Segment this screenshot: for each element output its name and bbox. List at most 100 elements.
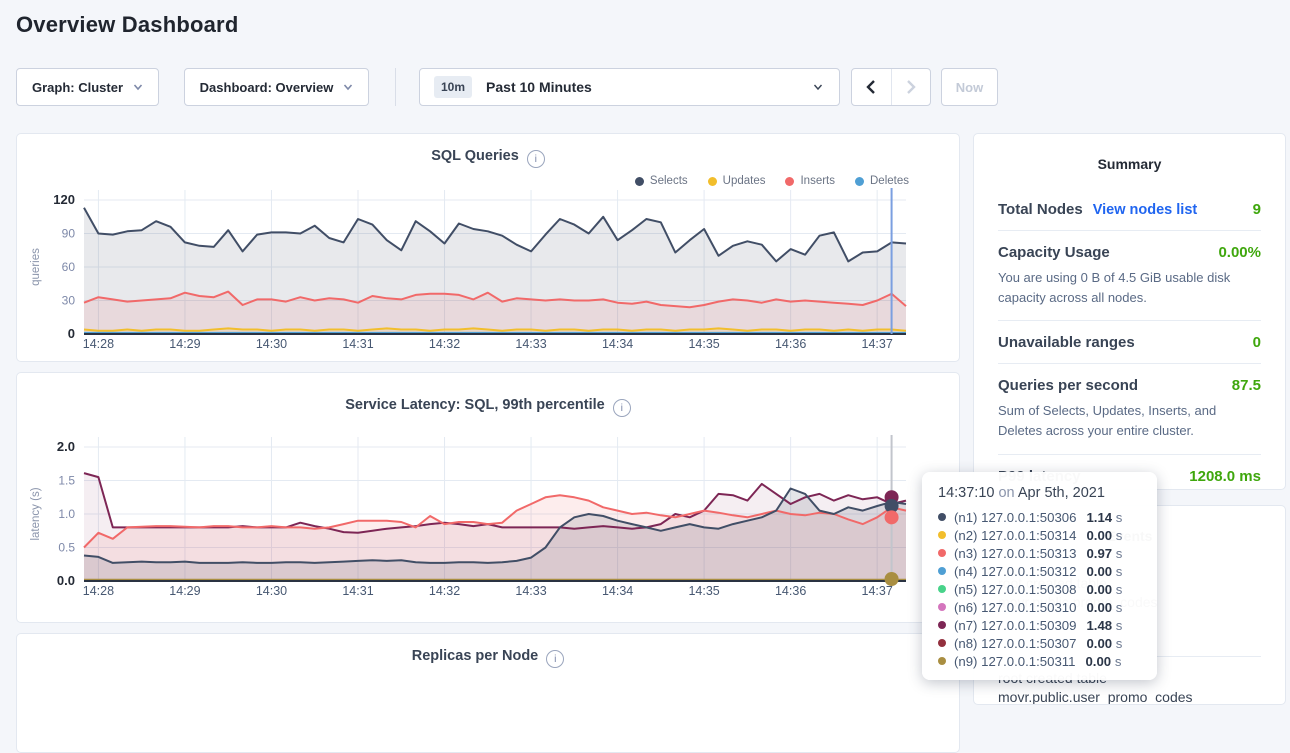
info-icon[interactable]: i — [546, 650, 564, 668]
info-icon[interactable]: i — [527, 150, 545, 168]
svg-text:14:35: 14:35 — [688, 584, 719, 598]
series-dot-icon — [938, 549, 946, 557]
tooltip-rows: (n1) 127.0.0.1:503061.14 s(n2) 127.0.0.1… — [938, 508, 1141, 670]
svg-text:14:30: 14:30 — [256, 584, 287, 598]
dashboard-dropdown[interactable]: Dashboard: Overview — [184, 68, 369, 106]
chart-title: SQL Queriesi — [17, 148, 959, 168]
svg-text:1.0: 1.0 — [58, 507, 75, 521]
svg-text:60: 60 — [62, 260, 76, 274]
chart-tooltip: 14:37:10 on Apr 5th, 2021 (n1) 127.0.0.1… — [922, 472, 1157, 680]
chart-title: Replicas per Nodei — [17, 648, 959, 668]
dashboard-dropdown-label: Dashboard: Overview — [200, 80, 334, 95]
svg-text:14:36: 14:36 — [775, 584, 806, 598]
svg-text:0.0: 0.0 — [57, 573, 75, 588]
chevron-down-icon — [343, 82, 353, 92]
qps-value: 87.5 — [1232, 377, 1261, 394]
view-nodes-list-link[interactable]: View nodes list — [1093, 202, 1198, 218]
time-next-button[interactable] — [891, 69, 931, 105]
tooltip-row: (n9) 127.0.0.1:503110.00 s — [938, 652, 1141, 670]
svg-text:14:31: 14:31 — [342, 337, 373, 351]
svg-text:14:34: 14:34 — [602, 584, 633, 598]
time-range-badge: 10m — [434, 76, 472, 98]
legend-item[interactable]: Deletes — [855, 175, 909, 187]
tooltip-timestamp: 14:37:10 on Apr 5th, 2021 — [938, 485, 1141, 501]
chevron-down-icon — [133, 82, 143, 92]
summary-row-qps: Queries per second 87.5 Sum of Selects, … — [998, 363, 1261, 453]
total-nodes-label: Total Nodes — [998, 201, 1083, 218]
time-range-selector[interactable]: 10m Past 10 Minutes — [419, 68, 840, 106]
tooltip-row: (n7) 127.0.0.1:503091.48 s — [938, 616, 1141, 634]
tooltip-row: (n8) 127.0.0.1:503070.00 s — [938, 634, 1141, 652]
service-latency-panel: 0.0 0.5 1.0 1.5 2.0 14:28 14:29 14:30 14:31 14:32… — [16, 372, 960, 623]
tooltip-row: (n4) 127.0.0.1:503120.00 s — [938, 562, 1141, 580]
series-dot-icon — [938, 585, 946, 593]
legend-item[interactable]: Inserts — [785, 175, 835, 187]
service-latency-chart[interactable]: 0.0 0.5 1.0 1.5 2.0 14:28 14:29 14:30 14:31 14:32… — [17, 383, 959, 622]
qps-label: Queries per second — [998, 377, 1138, 394]
chart-title: Service Latency: SQL, 99th percentilei — [17, 397, 959, 417]
svg-text:120: 120 — [53, 192, 75, 207]
svg-text:14:36: 14:36 — [775, 337, 806, 351]
tooltip-row: (n1) 127.0.0.1:503061.14 s — [938, 508, 1141, 526]
svg-text:14:28: 14:28 — [83, 584, 114, 598]
capacity-value: 0.00% — [1218, 244, 1261, 261]
tooltip-row: (n5) 127.0.0.1:503080.00 s — [938, 580, 1141, 598]
chevron-left-icon — [865, 79, 877, 95]
summary-panel: Summary Total Nodes View nodes list 9 Ca… — [973, 133, 1286, 490]
svg-text:14:35: 14:35 — [688, 337, 719, 351]
svg-text:14:34: 14:34 — [602, 337, 633, 351]
svg-text:14:33: 14:33 — [515, 584, 546, 598]
svg-text:2.0: 2.0 — [57, 439, 75, 454]
svg-text:14:30: 14:30 — [256, 337, 287, 351]
chevron-down-icon — [813, 82, 823, 92]
svg-text:latency (s): latency (s) — [30, 487, 42, 540]
capacity-label: Capacity Usage — [998, 244, 1110, 261]
capacity-description: You are using 0 B of 4.5 GiB usable disk… — [998, 268, 1261, 308]
p99-value: 1208.0 ms — [1189, 468, 1261, 485]
qps-description: Sum of Selects, Updates, Inserts, and De… — [998, 401, 1261, 441]
graph-dropdown[interactable]: Graph: Cluster — [16, 68, 159, 106]
series-dot-icon — [938, 567, 946, 575]
svg-text:90: 90 — [62, 227, 76, 241]
svg-text:14:28: 14:28 — [83, 337, 114, 351]
replicas-per-node-panel: Replicas per Nodei — [16, 633, 960, 753]
legend-dot-icon — [708, 177, 717, 186]
series-dot-icon — [938, 603, 946, 611]
time-step-buttons — [851, 68, 931, 106]
summary-row-unavailable-ranges: Unavailable ranges 0 — [998, 320, 1261, 363]
tooltip-row: (n2) 127.0.0.1:503140.00 s — [938, 526, 1141, 544]
svg-text:14:29: 14:29 — [169, 584, 200, 598]
sql-queries-panel: 030609012014:2814:2914:3014:3114:3214:33… — [16, 133, 960, 362]
series-dot-icon — [938, 531, 946, 539]
series-dot-icon — [938, 621, 946, 629]
unavailable-ranges-label: Unavailable ranges — [998, 334, 1135, 351]
svg-text:0: 0 — [68, 326, 75, 341]
svg-text:14:37: 14:37 — [862, 584, 893, 598]
legend-dot-icon — [635, 177, 644, 186]
svg-text:0.5: 0.5 — [58, 541, 75, 555]
svg-text:14:29: 14:29 — [169, 337, 200, 351]
svg-text:14:32: 14:32 — [429, 584, 460, 598]
series-dot-icon — [938, 513, 946, 521]
svg-text:14:33: 14:33 — [515, 337, 546, 351]
legend-item[interactable]: Selects — [635, 175, 688, 187]
graph-dropdown-label: Graph: Cluster — [32, 80, 123, 95]
chevron-right-icon — [905, 79, 917, 95]
unavailable-ranges-value: 0 — [1253, 334, 1261, 351]
svg-text:queries: queries — [30, 248, 42, 286]
svg-text:14:37: 14:37 — [862, 337, 893, 351]
series-dot-icon — [938, 639, 946, 647]
now-button[interactable]: Now — [941, 68, 998, 106]
info-icon[interactable]: i — [613, 399, 631, 417]
svg-text:30: 30 — [62, 294, 76, 308]
sql-queries-chart[interactable]: 030609012014:2814:2914:3014:3114:3214:33… — [17, 134, 959, 361]
summary-row-capacity: Capacity Usage 0.00% You are using 0 B o… — [998, 230, 1261, 320]
svg-text:14:31: 14:31 — [342, 584, 373, 598]
legend-item[interactable]: Updates — [708, 175, 766, 187]
time-range-label: Past 10 Minutes — [486, 79, 592, 95]
time-prev-button[interactable] — [852, 69, 891, 105]
svg-text:1.5: 1.5 — [58, 474, 75, 488]
legend-dot-icon — [785, 177, 794, 186]
series-dot-icon — [938, 657, 946, 665]
total-nodes-value: 9 — [1253, 201, 1261, 218]
